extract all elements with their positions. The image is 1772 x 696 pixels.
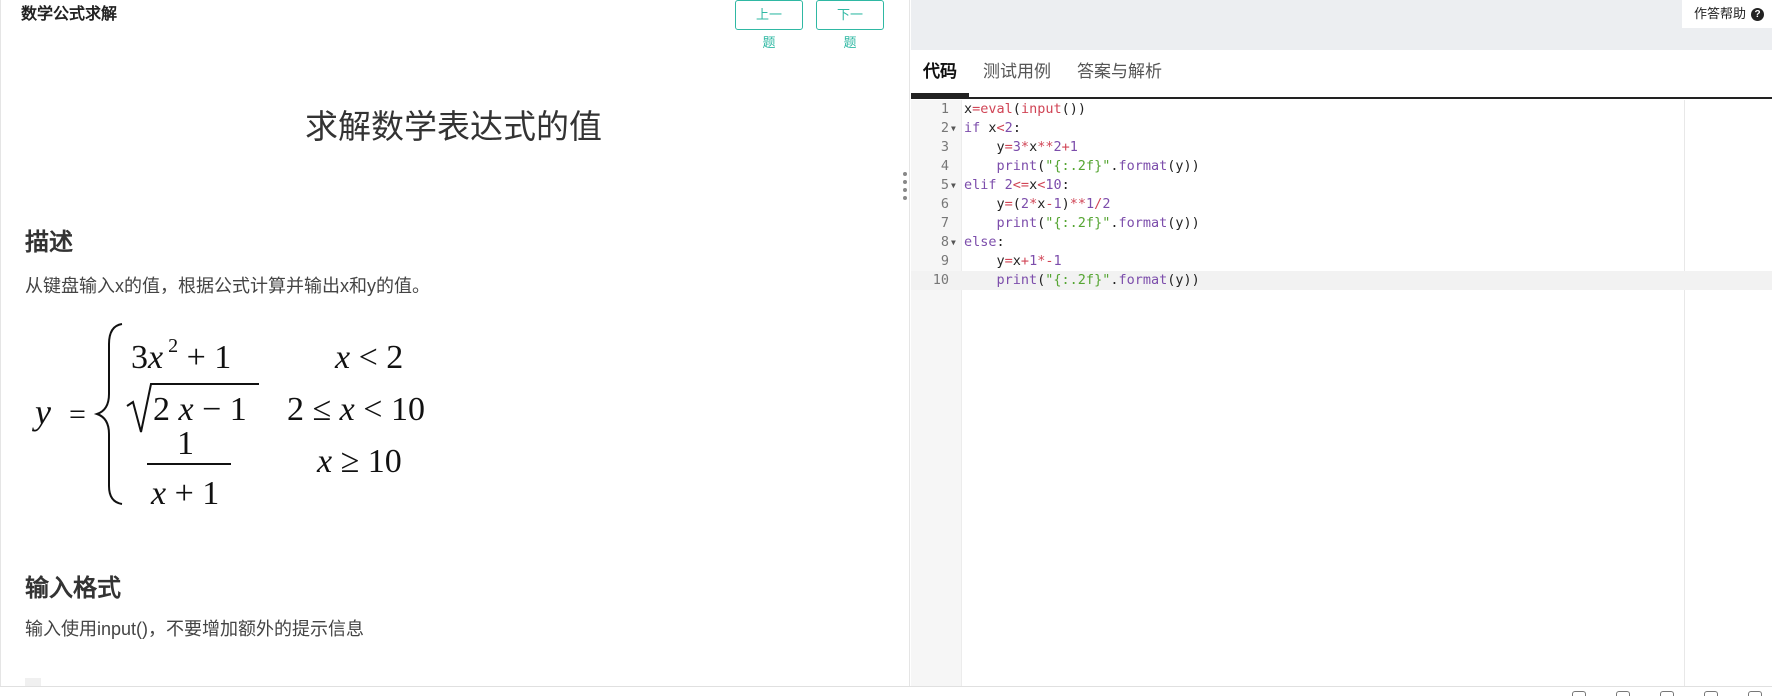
prev-question-button[interactable]: 上一题 [735,0,803,50]
help-button[interactable]: 作答帮助 ? [1681,0,1772,28]
code-line[interactable]: 4 print("{:.2f}".format(y)) [911,157,1772,176]
code-pane: 作答帮助 ? 代码 测试用例 答案与解析 1 x=eval(input()) 2 ▼ i… [911,0,1772,686]
description-text: 从键盘输入x的值，根据公式计算并输出x和y的值。 [25,276,430,296]
line-number: 5 [940,177,949,193]
problem-pane: 数学公式求解 上一题 下一题 求解数学表达式的值 描述 从键盘输入x的值，根据公… [0,0,910,686]
piecewise-formula: y = 3x 2 + 1 x < 2 2 x − 1 2 ≤ x < 10 1 … [32,323,425,512]
description-heading: 描述 [25,229,73,256]
code-text: y=3*x**2+1 [964,139,1078,155]
tab-code[interactable]: 代码 [911,50,969,97]
case2-condition: 2 ≤ x < 10 [287,391,425,428]
line-number: 4 [940,158,949,174]
case1-expression: 3x 2 + 1 [131,335,231,376]
code-text: x=eval(input()) [964,101,1086,117]
case3-condition: x ≥ 10 [316,443,402,480]
code-line[interactable]: 6 y=(2*x-1)**1/2 [911,195,1772,214]
status-bar [0,686,1772,696]
case2-expression: 2 x − 1 [153,391,247,428]
status-icon[interactable] [1748,691,1762,696]
code-text: print("{:.2f}".format(y)) [996,158,1200,174]
help-label: 作答帮助 [1693,6,1746,21]
problem-title: 求解数学表达式的值 [305,108,602,145]
code-text: y=x+1*-1 [964,253,1062,269]
code-line[interactable]: 2 ▼ if x<2: [911,119,1772,138]
scroll-hint [25,678,41,686]
code-line[interactable]: 9 y=x+1*-1 [911,252,1772,271]
line-number: 1 [940,101,949,117]
question-circle-icon: ? [1751,7,1764,21]
toolbar-strip [911,0,1772,50]
pane-splitter-handle[interactable] [902,172,908,212]
case3-denominator: x + 1 [150,475,219,512]
editor-tabs: 代码 测试用例 答案与解析 [911,50,1772,99]
case1-condition: x < 2 [334,339,403,376]
code-text: if x<2: [964,120,1021,136]
code-line[interactable]: 8 ▼ else: [911,233,1772,252]
line-number: 9 [940,253,949,269]
tab-test-cases[interactable]: 测试用例 [971,50,1063,97]
tab-answer-analysis[interactable]: 答案与解析 [1065,50,1174,97]
fold-arrow-icon[interactable]: ▼ [951,119,956,138]
code-text: print("{:.2f}".format(y)) [996,215,1200,231]
code-line[interactable]: 3 y=3*x**2+1 [911,138,1772,157]
formula-equals: = [69,398,86,431]
input-format-heading: 输入格式 [25,575,121,602]
line-number: 2 [940,120,949,136]
fold-arrow-icon[interactable]: ▼ [951,233,956,252]
line-number: 10 [932,272,949,288]
line-number: 8 [940,234,949,250]
code-text: y=(2*x-1)**1/2 [964,196,1111,212]
code-line[interactable]: 10 print("{:.2f}".format(y)) [911,271,1772,290]
code-text: elif 2<=x<10: [964,177,1070,193]
code-text: else: [964,234,1005,250]
status-icon[interactable] [1572,691,1586,696]
problem-header: 数学公式求解 [21,6,118,23]
status-icon[interactable] [1660,691,1674,696]
next-question-button[interactable]: 下一题 [816,0,884,50]
code-editor[interactable]: 1 x=eval(input()) 2 ▼ if x<2: 3 y=3*x**2+1 4 p… [911,100,1772,686]
case3-numerator: 1 [177,425,194,462]
code-line[interactable]: 7 print("{:.2f}".format(y)) [911,214,1772,233]
line-number: 7 [940,215,949,231]
formula-lhs: y [32,392,51,432]
code-line[interactable]: 1 x=eval(input()) [911,100,1772,119]
formula-brace [93,323,123,505]
line-number: 6 [940,196,949,212]
code-text: print("{:.2f}".format(y)) [996,272,1200,288]
status-icon[interactable] [1616,691,1630,696]
fold-arrow-icon[interactable]: ▼ [951,176,956,195]
code-line[interactable]: 5 ▼ elif 2<=x<10: [911,176,1772,195]
line-number: 3 [940,139,949,155]
status-icon[interactable] [1704,691,1718,696]
input-format-text: 输入使用input()，不要增加额外的提示信息 [25,619,365,639]
